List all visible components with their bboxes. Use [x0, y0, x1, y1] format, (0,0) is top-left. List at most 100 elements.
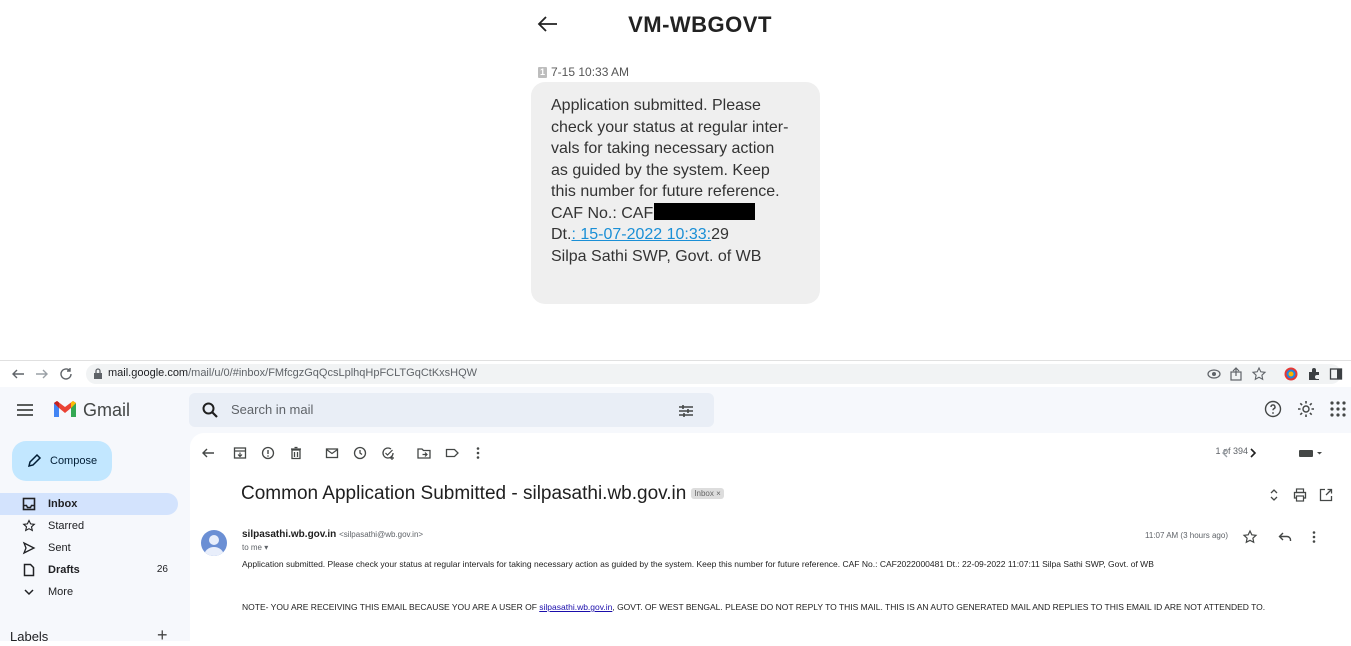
email-footer-note: NOTE- YOU ARE RECEIVING THIS EMAIL BECAU… [242, 602, 1302, 613]
snooze-icon[interactable] [352, 445, 368, 461]
sms-line: check your status at regular inter- [551, 118, 789, 136]
bookmark-star-icon[interactable] [1251, 366, 1267, 382]
search-options-icon[interactable] [677, 402, 695, 420]
mark-unread-icon[interactable] [324, 445, 340, 461]
sms-line: this number for future reference. [551, 183, 780, 200]
sent-icon [22, 541, 36, 555]
back-icon[interactable] [10, 366, 26, 382]
sms-line: vals for taking necessary action [551, 140, 775, 157]
main-menu-icon[interactable] [14, 399, 36, 421]
sidebar-item-label: Starred [48, 520, 85, 532]
sms-line: as guided by the system. Keep [551, 161, 770, 179]
inbox-icon [22, 497, 36, 511]
move-to-icon[interactable] [416, 445, 432, 461]
sender-address: <silpasathi@wb.gov.in> [339, 530, 424, 539]
sms-timestamp: 7-15 10:33 AM [551, 65, 630, 79]
url-text[interactable]: mail.google.com/mail/u/0/#inbox/FMfcgzGq… [108, 367, 477, 379]
sender-name: silpasathi.wb.gov.in [242, 529, 337, 540]
print-icon[interactable] [1292, 487, 1308, 503]
label-icon[interactable] [444, 445, 460, 461]
subject-text: Common Application Submitted - silpasath… [241, 483, 687, 504]
sms-message-bubble: Application submitted. Please check your… [531, 82, 820, 304]
extensions-puzzle-icon[interactable] [1306, 366, 1322, 382]
labels-header: Labels [10, 629, 49, 644]
more-vert-icon[interactable] [470, 445, 486, 461]
sender-avatar[interactable] [201, 530, 227, 556]
sms-meta: 1 7-15 10:33 AM [538, 65, 629, 79]
support-icon[interactable] [1263, 399, 1283, 419]
sms-caf-line: CAF No.: CAF [551, 202, 801, 225]
date-link[interactable]: : 15-07-2022 10:33: [571, 226, 711, 243]
email-view: 1 of 394 Common Application Submitted - … [190, 433, 1351, 641]
archive-icon[interactable] [232, 445, 248, 461]
email-body-text: Application submitted. Please check your… [242, 559, 1154, 569]
newer-chevron-icon[interactable] [1217, 445, 1233, 461]
add-label-button[interactable]: + [157, 625, 168, 646]
reply-icon[interactable] [1277, 529, 1293, 545]
sidebar-item-sent[interactable]: Sent [0, 537, 178, 559]
sms-screen: VM-WBGOVT 1 7-15 10:33 AM Application su… [0, 0, 1351, 360]
note-text-after: , GOVT. OF WEST BENGAL. PLEASE DO NOT RE… [612, 602, 1266, 612]
sidebar-item-drafts[interactable]: Drafts 26 [0, 559, 178, 581]
sidebar-item-label: More [48, 586, 74, 598]
delete-icon[interactable] [288, 445, 304, 461]
reload-icon[interactable] [58, 366, 74, 382]
inbox-label-chip[interactable]: Inbox × [691, 488, 724, 499]
browser-toolbar: mail.google.com/mail/u/0/#inbox/FMfcgzGq… [0, 361, 1351, 387]
compose-label: Compose [50, 455, 98, 467]
search-icon[interactable] [201, 401, 219, 419]
older-chevron-icon[interactable] [1245, 445, 1261, 461]
sms-line: Application submitted. Please [551, 97, 761, 114]
note-text-before: NOTE- YOU ARE RECEIVING THIS EMAIL BECAU… [242, 602, 540, 612]
url-host: mail.google.com [108, 367, 189, 379]
caf-label: CAF No.: CAF [551, 204, 654, 222]
sms-signature: Silpa Sathi SWP, Govt. of WB [551, 247, 762, 265]
lock-icon[interactable] [92, 367, 104, 381]
settings-gear-icon[interactable] [1296, 399, 1316, 419]
compose-button[interactable]: Compose [12, 441, 112, 481]
open-new-window-icon[interactable] [1318, 487, 1334, 503]
date-suffix: 29 [711, 226, 729, 243]
sms-sender-title: VM-WBGOVT [628, 12, 772, 37]
star-icon [22, 519, 36, 533]
sidebar-item-label: Inbox [48, 498, 78, 510]
sender-line[interactable]: silpasathi.wb.gov.in <silpasathi@wb.gov.… [242, 529, 423, 540]
back-arrow-icon[interactable] [536, 12, 560, 36]
gmail-logo-icon[interactable] [52, 399, 78, 419]
add-to-tasks-icon[interactable] [380, 445, 396, 461]
star-email-icon[interactable] [1242, 529, 1258, 545]
gmail-app-name: Gmail [83, 400, 131, 420]
email-timestamp: 11:07 AM (3 hours ago) [1144, 531, 1228, 540]
back-to-inbox-icon[interactable] [200, 445, 216, 461]
input-tools-keyboard-icon[interactable] [1297, 445, 1325, 461]
share-icon[interactable] [1228, 366, 1244, 382]
recipient-dropdown[interactable]: to me ▾ [242, 543, 268, 552]
apps-grid-icon[interactable] [1328, 399, 1348, 419]
sms-date-line: Dt.: 15-07-2022 10:33:29 [551, 224, 801, 246]
redaction-box [654, 202, 756, 220]
email-more-icon[interactable] [1306, 529, 1322, 545]
gmail-body: Compose Inbox Starred Sent Drafts 26 Mor… [0, 433, 1351, 645]
report-spam-icon[interactable] [260, 445, 276, 461]
expand-all-icon[interactable] [1266, 487, 1282, 503]
eye-icon[interactable] [1206, 366, 1222, 382]
pencil-icon [26, 453, 42, 469]
extension-color-icon[interactable] [1283, 366, 1299, 382]
email-subject: Common Application Submitted - silpasath… [241, 483, 724, 505]
sidepanel-icon[interactable] [1328, 366, 1344, 382]
sidebar-item-label: Sent [48, 542, 71, 554]
drafts-count: 26 [156, 564, 168, 575]
search-input[interactable]: Search in mail [231, 402, 313, 417]
forward-icon[interactable] [34, 366, 50, 382]
search-bar[interactable]: Search in mail [189, 393, 714, 427]
browser-window: mail.google.com/mail/u/0/#inbox/FMfcgzGq… [0, 360, 1351, 645]
sidebar-item-starred[interactable]: Starred [0, 515, 178, 537]
chevron-down-icon [22, 585, 36, 599]
url-path: /mail/u/0/#inbox/FMfcgzGqQcsLplhqHpFCLTG… [188, 367, 478, 379]
sidebar-item-inbox[interactable]: Inbox [0, 493, 178, 515]
draft-icon [22, 563, 36, 577]
sidebar-item-more[interactable]: More [0, 581, 178, 603]
gmail-header: Gmail Search in mail [0, 387, 1351, 433]
note-link[interactable]: silpasathi.wb.gov.in [539, 602, 612, 612]
date-prefix: Dt. [551, 226, 572, 243]
